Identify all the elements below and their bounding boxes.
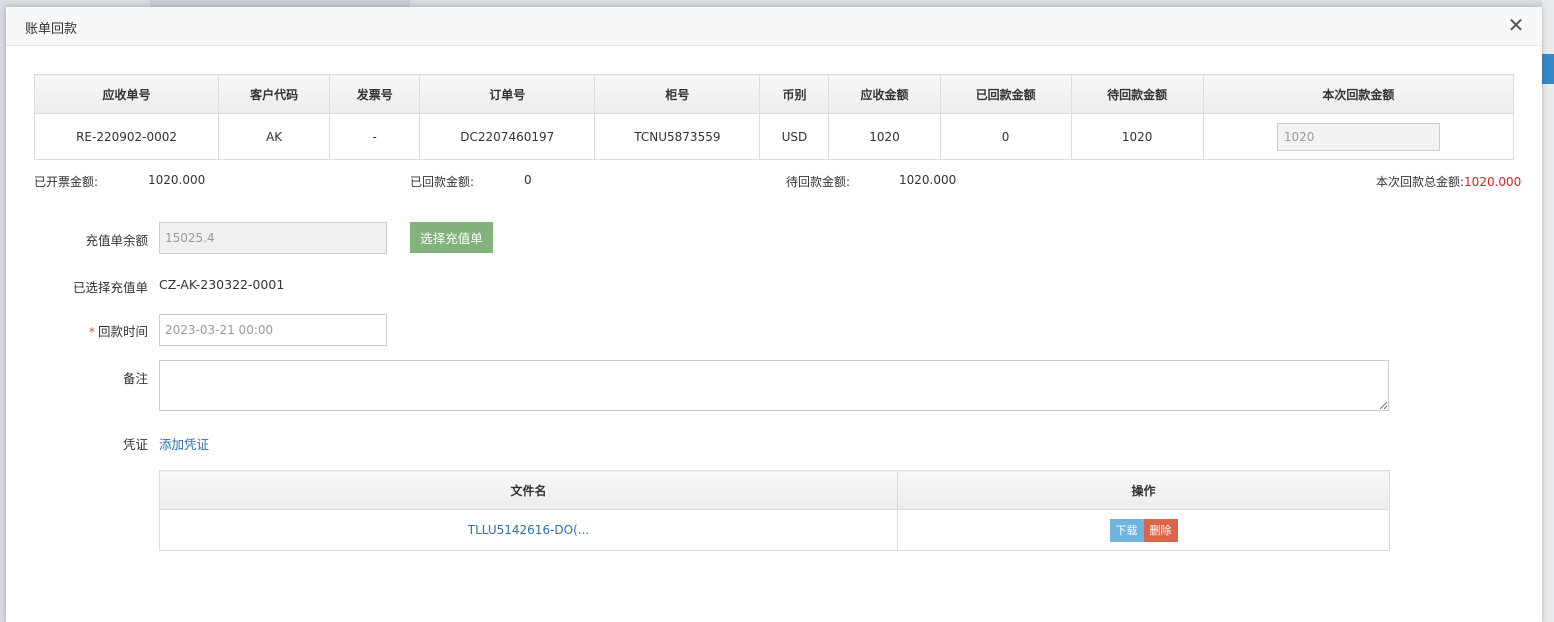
bill-payment-dialog: 账单回款 ✕ 应收单号 客户代码 发票号 订单号 柜号 币别 应收金额 已回款金…: [6, 7, 1542, 622]
this-amount-cell: [1202, 113, 1515, 160]
column-header: 文件名: [159, 470, 898, 510]
dialog-header: 账单回款 ✕: [6, 7, 1542, 46]
container-no-cell: TCNU5873559: [594, 113, 761, 160]
customer-code-cell: AK: [218, 113, 331, 160]
file-name-link[interactable]: TLLU5142616-DO(...: [468, 523, 589, 537]
received-amount-cell: 0: [939, 113, 1072, 160]
actions-cell: 下载 删除: [897, 509, 1390, 551]
column-header: 已回款金额: [939, 74, 1072, 114]
file-name-cell: TLLU5142616-DO(...: [159, 509, 898, 551]
delete-button[interactable]: 删除: [1143, 518, 1178, 542]
invoice-no-cell: -: [329, 113, 421, 160]
column-header: 柜号: [594, 74, 761, 114]
column-header: 应收单号: [33, 74, 220, 114]
column-header: 操作: [897, 470, 1390, 510]
column-header: 发票号: [329, 74, 421, 114]
voucher-file-table: 文件名 操作 TLLU5142616-DO(... 下载 删除: [159, 470, 1390, 551]
total-amount: 本次回款总金额:1020.000: [1376, 173, 1521, 190]
select-recharge-button[interactable]: 选择充值单: [410, 222, 493, 253]
download-button[interactable]: 下载: [1109, 518, 1144, 542]
order-no-cell: DC2207460197: [419, 113, 596, 160]
remark-textarea[interactable]: [159, 360, 1389, 411]
column-header: 订单号: [419, 74, 596, 114]
close-icon[interactable]: ✕: [1506, 15, 1526, 35]
required-mark: *: [88, 324, 95, 339]
receivable-amount-cell: 1020: [828, 113, 941, 160]
received-label: 已回款金额:: [410, 175, 475, 189]
total-label: 本次回款总金额:: [1376, 175, 1465, 189]
remark-label: 备注: [122, 371, 148, 386]
invoiced-label: 已开票金额:: [34, 175, 99, 189]
bill-table: 应收单号 客户代码 发票号 订单号 柜号 币别 应收金额 已回款金额 待回款金额…: [33, 74, 1515, 160]
balance-input[interactable]: [159, 222, 387, 254]
selected-recharge-value: CZ-AK-230322-0001: [159, 277, 285, 292]
balance-label: 充值单余额: [85, 233, 148, 248]
selected-recharge-label: 已选择充值单: [72, 280, 148, 295]
dialog-title: 账单回款: [25, 22, 78, 37]
payment-date-input[interactable]: [159, 314, 387, 346]
receivable-no-cell: RE-220902-0002: [33, 113, 220, 160]
this-payment-amount-input[interactable]: [1276, 122, 1440, 151]
currency-cell: USD: [759, 113, 830, 160]
voucher-label: 凭证: [122, 437, 148, 452]
invoiced-value: 1020.000: [148, 173, 206, 187]
column-header: 客户代码: [218, 74, 331, 114]
column-header: 币别: [759, 74, 830, 114]
table-row: TLLU5142616-DO(... 下载 删除: [159, 509, 1390, 551]
column-header: 应收金额: [828, 74, 941, 114]
received-value: 0: [524, 173, 532, 187]
pending-amount-cell: 1020: [1070, 113, 1204, 160]
add-voucher-link[interactable]: 添加凭证: [159, 434, 209, 453]
total-value: 1020.000: [1464, 175, 1522, 189]
file-table-header: 文件名 操作: [159, 470, 1390, 510]
payment-date-label: * 回款时间: [28, 321, 148, 340]
background-app-edge: [1542, 0, 1554, 622]
pending-label: 待回款金额:: [786, 175, 851, 189]
pending-value: 1020.000: [899, 173, 957, 187]
payment-date-label-text: 回款时间: [97, 324, 148, 339]
column-header: 本次回款金额: [1202, 74, 1515, 114]
bill-table-header: 应收单号 客户代码 发票号 订单号 柜号 币别 应收金额 已回款金额 待回款金额…: [33, 74, 1515, 114]
table-row: RE-220902-0002 AK - DC2207460197 TCNU587…: [33, 113, 1515, 160]
background-app-button: [1542, 54, 1554, 84]
column-header: 待回款金额: [1070, 74, 1204, 114]
